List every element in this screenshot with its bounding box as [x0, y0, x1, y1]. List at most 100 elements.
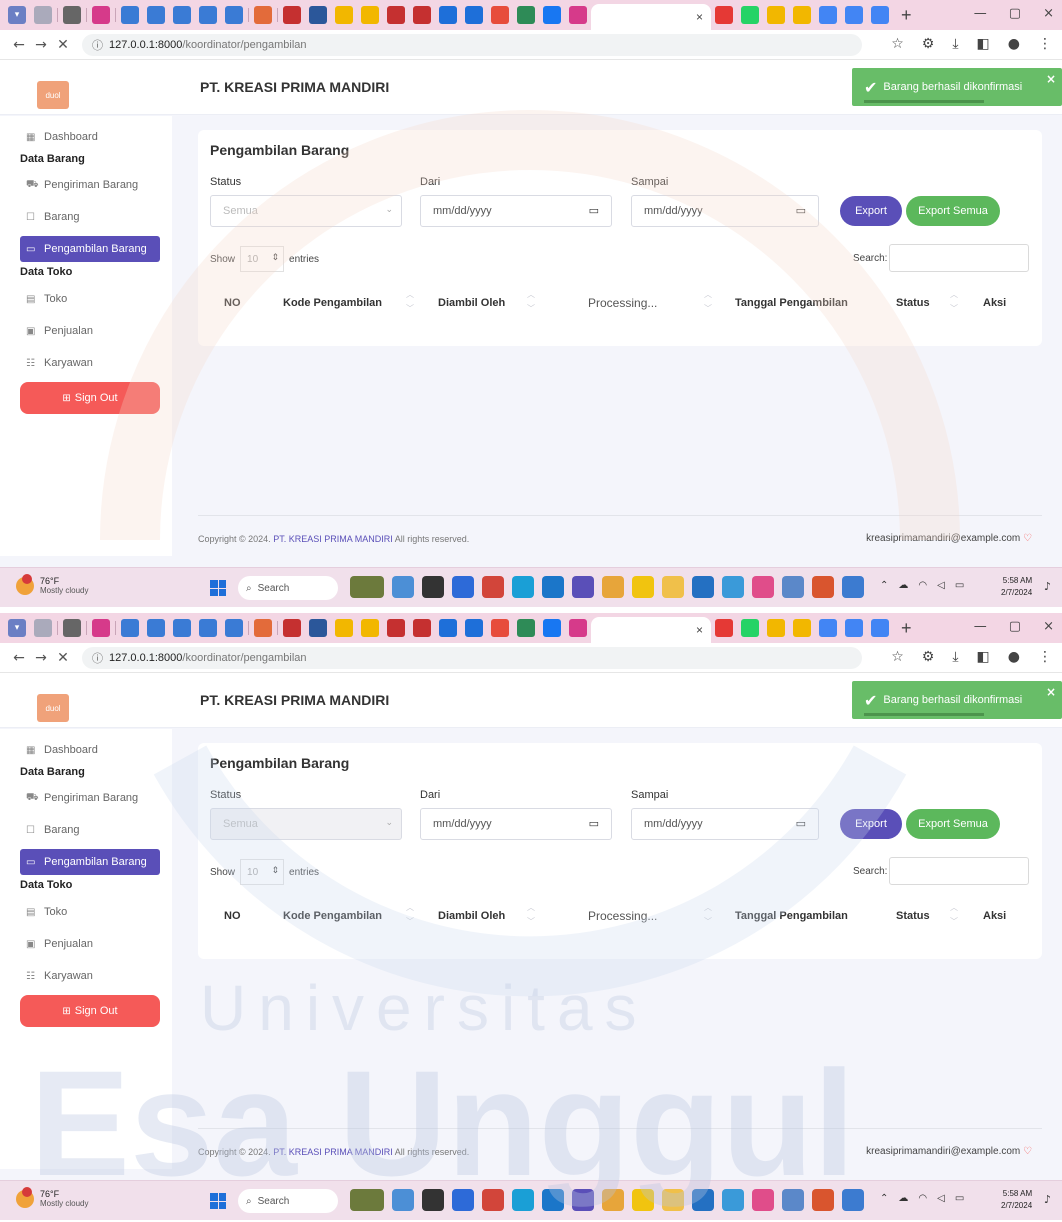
sign-out-button[interactable]: ⊞ Sign Out	[20, 382, 160, 414]
tab-favicon[interactable]	[465, 619, 483, 637]
tab-favicon[interactable]	[199, 619, 217, 637]
sidebar-item-dashboard[interactable]: ▦ Dashboard	[20, 124, 160, 150]
url-input[interactable]: ⓘ 127.0.0.1:8000/koordinator/pengambilan	[82, 33, 862, 56]
tab-favicon[interactable]	[439, 619, 457, 637]
tab-favicon[interactable]	[309, 6, 327, 24]
app-icon[interactable]	[482, 1189, 504, 1211]
sort-icon[interactable]: ︿ ﹀	[405, 288, 415, 316]
tab-favicon[interactable]	[413, 619, 431, 637]
app-icon[interactable]	[542, 576, 564, 598]
dari-date-input[interactable]: mm/dd/yyyy ▭	[420, 808, 612, 840]
tab-favicon[interactable]	[819, 6, 837, 24]
tab-menu-icon[interactable]: ▾	[8, 6, 26, 24]
tab-favicon[interactable]	[439, 6, 457, 24]
app-icon[interactable]	[662, 1189, 684, 1211]
tab-favicon[interactable]	[92, 6, 110, 24]
tab-favicon[interactable]	[741, 6, 759, 24]
entries-select[interactable]: 10 ⇕	[240, 246, 285, 272]
tab-favicon[interactable]	[793, 6, 811, 24]
profile-avatar-icon[interactable]: ●	[1008, 649, 1020, 665]
tab-favicon[interactable]	[491, 6, 509, 24]
back-icon[interactable]: ←	[8, 650, 30, 666]
cloud-icon[interactable]: ☁	[898, 580, 908, 591]
tab-favicon[interactable]	[283, 6, 301, 24]
tab-favicon[interactable]	[173, 6, 191, 24]
sidebar-item-penjualan[interactable]: ▣ Penjualan	[20, 931, 160, 957]
tab-favicon[interactable]	[173, 619, 191, 637]
tab-favicon[interactable]	[34, 6, 52, 24]
tab-favicon[interactable]	[335, 6, 353, 24]
app-icon[interactable]	[572, 576, 594, 598]
tab-favicon[interactable]	[793, 619, 811, 637]
app-icon[interactable]	[692, 576, 714, 598]
export-all-button[interactable]: Export Semua	[906, 809, 1000, 839]
weather-widget[interactable]: 76°F Mostly cloudy	[16, 1186, 88, 1208]
col-kode[interactable]: Kode Pengambilan	[283, 910, 382, 922]
app-icon[interactable]	[662, 576, 684, 598]
tab-favicon[interactable]	[147, 619, 165, 637]
tab-favicon[interactable]	[254, 6, 272, 24]
stop-icon[interactable]: ✕	[52, 37, 74, 53]
tab-favicon[interactable]	[361, 619, 379, 637]
tab-favicon[interactable]	[121, 619, 139, 637]
tab-favicon[interactable]	[225, 6, 243, 24]
window-close-icon[interactable]: ×	[1043, 619, 1054, 634]
app-icon[interactable]	[452, 1189, 474, 1211]
app-icon[interactable]	[602, 576, 624, 598]
active-tab[interactable]: ×	[591, 4, 711, 30]
sidebar-item-pengiriman[interactable]: ⛟ Pengiriman Barang	[20, 172, 160, 198]
app-icon[interactable]	[392, 576, 414, 598]
sidebar-item-karyawan[interactable]: ☷ Karyawan	[20, 963, 160, 989]
tab-favicon[interactable]	[63, 6, 81, 24]
app-icon[interactable]	[350, 1189, 384, 1211]
tab-favicon[interactable]	[845, 6, 863, 24]
dari-date-input[interactable]: mm/dd/yyyy ▭	[420, 195, 612, 227]
tab-favicon[interactable]	[283, 619, 301, 637]
stop-icon[interactable]: ✕	[52, 650, 74, 666]
app-icon[interactable]	[752, 576, 774, 598]
calendar-icon[interactable]: ▭	[796, 817, 806, 830]
tab-favicon[interactable]	[715, 6, 733, 24]
new-tab-button[interactable]: +	[901, 618, 912, 639]
tab-favicon[interactable]	[517, 6, 535, 24]
restore-icon[interactable]: ▢	[1009, 6, 1021, 21]
forward-icon[interactable]: →	[30, 650, 52, 666]
app-icon[interactable]	[422, 1189, 444, 1211]
weather-widget[interactable]: 76°F Mostly cloudy	[16, 573, 88, 595]
tab-favicon[interactable]	[63, 619, 81, 637]
col-no[interactable]: NO	[224, 297, 241, 309]
entries-select[interactable]: 10 ⇕	[240, 859, 285, 885]
sort-icon[interactable]: ︿ ﹀	[703, 901, 713, 929]
status-select[interactable]: Semua ⌄	[210, 808, 402, 840]
sidebar-item-pengiriman[interactable]: ⛟ Pengiriman Barang	[20, 785, 160, 811]
profile-avatar-icon[interactable]: ●	[1008, 36, 1020, 52]
notification-bell-icon[interactable]: ♪	[1044, 1193, 1051, 1206]
tab-favicon[interactable]	[147, 6, 165, 24]
wifi-icon[interactable]: ◠	[918, 580, 927, 591]
taskbar-search[interactable]: ⌕ Search	[238, 1189, 338, 1213]
tab-favicon[interactable]	[387, 6, 405, 24]
sidebar-item-barang[interactable]: ☐ Barang	[20, 204, 160, 230]
tab-favicon[interactable]	[413, 6, 431, 24]
sampai-date-input[interactable]: mm/dd/yyyy ▭	[631, 808, 819, 840]
chevron-up-icon[interactable]: ⌃	[880, 580, 888, 591]
sort-icon[interactable]: ︿ ﹀	[526, 901, 536, 929]
footer-email[interactable]: kreasiprimamandiri@example.com ♡	[866, 533, 1032, 544]
tab-favicon[interactable]	[199, 6, 217, 24]
tab-favicon[interactable]	[92, 619, 110, 637]
minimize-icon[interactable]: —	[974, 6, 987, 21]
restore-icon[interactable]: ▢	[1009, 619, 1021, 634]
app-icon[interactable]	[812, 1189, 834, 1211]
app-icon[interactable]	[572, 1189, 594, 1211]
active-tab[interactable]: ×	[591, 617, 711, 643]
taskbar-search[interactable]: ⌕ Search	[238, 576, 338, 600]
tab-favicon[interactable]	[569, 6, 587, 24]
windows-start-icon[interactable]	[210, 1193, 226, 1209]
toast-close-icon[interactable]: ×	[1046, 685, 1056, 699]
sidebar-item-barang[interactable]: ☐ Barang	[20, 817, 160, 843]
tab-favicon[interactable]	[361, 6, 379, 24]
col-no[interactable]: NO	[224, 910, 241, 922]
bookmark-star-icon[interactable]: ☆	[891, 649, 904, 665]
app-icon[interactable]	[422, 576, 444, 598]
tab-favicon[interactable]	[543, 619, 561, 637]
